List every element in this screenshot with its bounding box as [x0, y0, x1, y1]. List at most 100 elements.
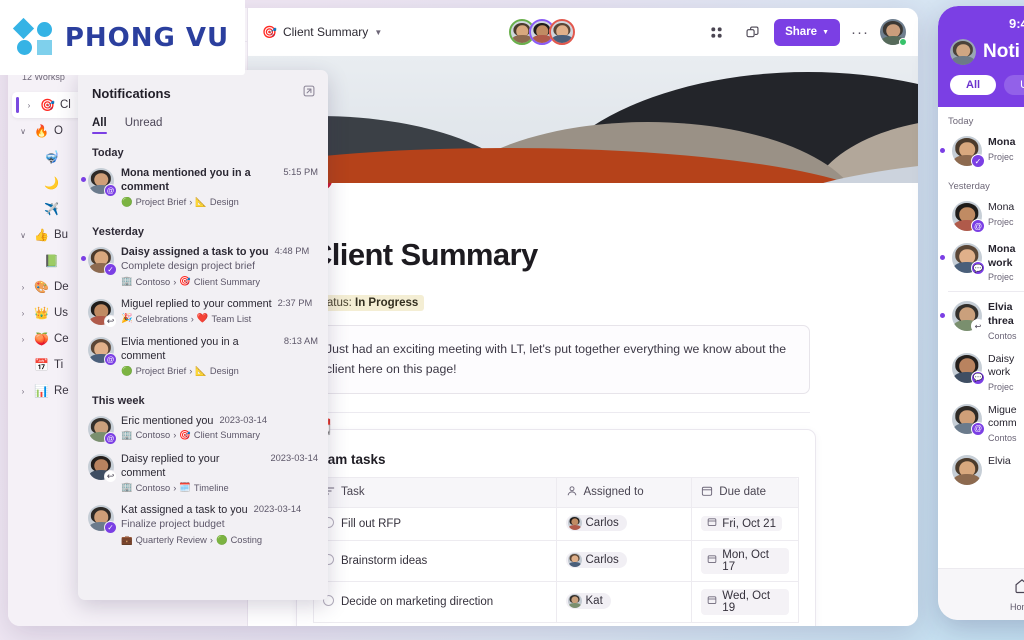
notification-time: 2:37 PM [277, 298, 313, 309]
chevron-icon[interactable]: ∨ [18, 231, 28, 240]
chevron-icon[interactable]: › [18, 335, 28, 344]
breadcrumb-parent: Celebrations [135, 313, 188, 324]
item-emoji-icon: 👍 [34, 228, 49, 242]
notification-item[interactable]: @ Elvia mentioned you in a comment 8:13 AM… [78, 330, 328, 382]
mobile-notification-item[interactable]: Elvia [938, 449, 1024, 492]
mobile-notification-item[interactable]: @ Mona Projec [938, 195, 1024, 237]
document-chip[interactable]: 🎯 Client Summary ▼ [262, 25, 382, 39]
breadcrumb-parent: Quarterly Review [135, 535, 207, 546]
chevron-icon[interactable]: › [18, 387, 28, 396]
notification-breadcrumb[interactable]: 🏢 Contoso › 🎯 Client Summary [121, 430, 318, 441]
notification-item[interactable]: ✓ Kat assigned a task to you 2023-03-14 Fin… [78, 498, 328, 551]
unread-indicator [81, 177, 86, 182]
cell-due-date[interactable]: Wed, Oct 19 [691, 580, 799, 623]
mobile-notification-item[interactable]: ↩ Elvia threa Contos [938, 295, 1024, 347]
table-row[interactable]: Decide on marketing direction Kat Wed, Oct… [313, 580, 799, 623]
notification-type-badge: ↩ [104, 315, 117, 329]
callout-block[interactable]: Just had an exciting meeting with LT, le… [310, 325, 810, 394]
cell-assignee[interactable]: Kat [555, 580, 693, 623]
column-header-task[interactable]: Task [313, 476, 557, 508]
column-header-assigned[interactable]: Assigned to [555, 476, 693, 508]
mobile-title-row: Noti [950, 39, 1024, 65]
notification-type-badge: 💬 [971, 370, 985, 385]
cell-due-date[interactable]: Fri, Oct 21 [691, 506, 799, 541]
notification-item[interactable]: ✓ Daisy assigned a task to you 4:48 PM Comp… [78, 240, 328, 293]
cell-task[interactable]: Fill out RFP [313, 506, 557, 541]
sidebar-item-label: Rе [54, 385, 69, 397]
notification-breadcrumb[interactable]: 🟢 Project Brief › 📐 Design [121, 197, 318, 208]
mobile-notification-breadcrumb: Projec [988, 381, 1014, 392]
notification-time: 2023-03-14 [270, 452, 318, 463]
chevron-icon[interactable]: › [18, 283, 28, 292]
mobile-notifications-list: Today ✓ Mona Projec Yesterday @ Mona Projec 💬 Mon… [938, 107, 1024, 492]
notification-type-badge: @ [971, 421, 985, 436]
chevron-icon[interactable]: › [24, 101, 34, 110]
sidebar-item-label: Us [54, 307, 69, 319]
task-label: Decide on marketing direction [341, 596, 494, 609]
sidebar-item-label: Cе [54, 333, 69, 345]
status-value: In Progress [355, 297, 419, 309]
notifications-tab-all[interactable]: All [92, 117, 107, 134]
notification-breadcrumb[interactable]: 🏢 Contoso › 🗓️ Timeline [121, 482, 318, 493]
avatar: ↩ [88, 299, 117, 329]
mobile-notification-item[interactable]: @ Migue comm Contos [938, 397, 1024, 450]
mobile-bottom-nav[interactable]: Home [938, 568, 1024, 620]
mobile-notification-title-2: threa [988, 314, 1014, 327]
mobile-tab-all[interactable]: All [950, 75, 997, 95]
cell-task[interactable]: Decide on marketing direction [313, 580, 557, 623]
open-in-new-icon[interactable] [302, 84, 316, 103]
cell-assignee[interactable]: Carlos [555, 506, 693, 541]
unread-indicator [81, 255, 86, 261]
home-icon [1013, 577, 1024, 600]
notification-item[interactable]: ↩ Daisy replied to your comment 2023-03-14… [78, 447, 328, 499]
team-tasks-table: Task Assigned to Due date Fill out RFP C… [313, 476, 799, 623]
notification-time: 2023-03-14 [219, 414, 267, 425]
table-row[interactable]: Fill out RFP Carlos Fri, Oct 21 [313, 506, 799, 541]
notification-breadcrumb[interactable]: 🟢 Project Brief › 📐 Design [121, 366, 318, 377]
notifications-tabs: All Unread [78, 111, 328, 134]
avatar: ✓ [88, 246, 117, 276]
share-button[interactable]: Share ▼ [774, 18, 841, 46]
mobile-notification-item[interactable]: 💬 Mona work Projec [938, 237, 1024, 289]
notification-breadcrumb[interactable]: 💼 Quarterly Review › 🟢 Costing [121, 535, 318, 546]
notification-type-badge: ✓ [104, 521, 117, 535]
assignee-name: Carlos [585, 516, 619, 529]
table-row[interactable]: Brainstorm ideas Carlos Mon, Oct 17 [313, 539, 799, 582]
more-options-button[interactable]: ··· [848, 24, 872, 41]
mobile-notification-title: Mona [988, 243, 1016, 255]
collaborator-avatar[interactable] [549, 19, 576, 45]
notification-title: Daisy replied to your comment [121, 452, 220, 479]
mobile-avatar[interactable] [950, 39, 976, 65]
share-label: Share [785, 26, 818, 38]
notification-breadcrumb[interactable]: 🎉 Celebrations › ❤️ Team List [121, 313, 318, 324]
mobile-title: Noti [983, 41, 1020, 62]
due-date-label: Fri, Oct 21 [722, 517, 776, 530]
assignee-avatar [567, 593, 582, 608]
avatar: ✓ [88, 505, 117, 535]
chevron-right-icon: › [189, 366, 193, 377]
page-content: 🎯 Client Summary Status: In Progress Jus… [248, 183, 918, 626]
cell-due-date[interactable]: Mon, Oct 17 [691, 539, 799, 582]
notification-title: Kat assigned a task to you [121, 504, 248, 517]
cell-task[interactable]: Brainstorm ideas [313, 539, 557, 582]
mobile-notification-item[interactable]: ✓ Mona Projec [938, 130, 1024, 172]
mobile-tab-unr[interactable]: Unr [1004, 75, 1024, 95]
notification-item[interactable]: @ Eric mentioned you 2023-03-14 🏢 Contoso › 🎯 C… [78, 409, 328, 447]
cell-assignee[interactable]: Carlos [555, 539, 693, 582]
apps-grid-icon[interactable] [702, 18, 730, 46]
notification-item[interactable]: @ Mona mentioned you in a comment 5:15 PM 🟢… [78, 161, 328, 213]
notification-breadcrumb[interactable]: 🏢 Contoso › 🎯 Client Summary [121, 276, 318, 287]
breadcrumb-child: Costing [230, 535, 263, 546]
chevron-down-icon[interactable]: ▼ [374, 28, 382, 37]
chevron-icon[interactable]: ∨ [18, 127, 28, 136]
column-header-due[interactable]: Due date [691, 476, 799, 508]
chevron-icon[interactable]: › [18, 309, 28, 318]
collaborator-facepile[interactable] [509, 19, 576, 45]
avatar[interactable] [880, 19, 908, 46]
breadcrumb-parent: Contoso [135, 482, 171, 493]
notification-item[interactable]: ↩ Miguel replied to your comment 2:37 PM 🎉 C… [78, 292, 328, 330]
mobile-notification-item[interactable]: 💬 Daisy work Projec [938, 346, 1024, 398]
mobile-notification-breadcrumb: Contos [988, 330, 1017, 341]
notifications-tab-unread[interactable]: Unread [125, 117, 163, 134]
copy-icon[interactable] [738, 18, 766, 46]
